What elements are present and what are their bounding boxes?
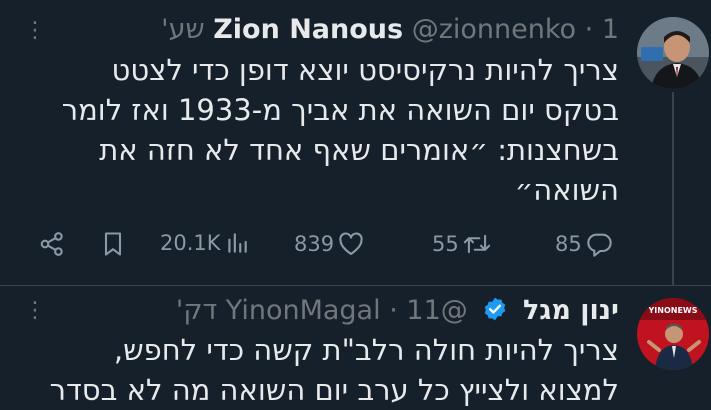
avatar[interactable] xyxy=(637,17,709,89)
avatar-caption: YINONEWS xyxy=(647,306,697,315)
author-name[interactable]: ינון מגל xyxy=(523,295,619,326)
tweet-text: צריך להיות נרקיסיסט יוצא דופן כדי לצטט ב… xyxy=(39,50,619,210)
tweet[interactable]: YINONEWS ⋮ ינון מגל @YinonMagal · 11 דק'… xyxy=(0,286,711,407)
tweet-text-line: בשחצנות: ״אומרים שאף אחד לא חזה את xyxy=(99,133,619,167)
author-handle[interactable]: @zionnenko xyxy=(412,14,576,45)
tweet-header: Zion Nanous @zionnenko · 1 שע' xyxy=(161,16,619,43)
like-count: 839 xyxy=(294,232,335,256)
views-button[interactable]: 20.1K xyxy=(160,230,248,256)
tweet-header: ינון מגל @YinonMagal · 11 דק' xyxy=(176,296,619,327)
share-icon[interactable] xyxy=(38,230,66,258)
retweet-button[interactable]: 55 xyxy=(432,230,492,258)
reply-icon xyxy=(585,230,613,258)
author-name[interactable]: Zion Nanous xyxy=(213,14,403,45)
tweet-text-line: צריך להיות נרקיסיסט יוצא דופן כדי לצטט xyxy=(111,53,619,87)
retweet-icon xyxy=(462,230,492,258)
action-bar: 85 55 839 20.1K xyxy=(0,230,711,266)
tweet-text-line: למצוא ולצייץ כל ערב יום השואה מה לא בסדר xyxy=(49,373,619,407)
verified-badge-icon xyxy=(482,296,508,327)
more-options-icon[interactable]: ⋮ xyxy=(24,20,46,42)
tweet-text-line: בטקס יום השואה את אביך מ-1933 ואז לומר xyxy=(61,93,619,127)
like-icon xyxy=(337,230,365,258)
like-button[interactable]: 839 xyxy=(294,230,365,258)
tweet-text-line: השואה״ xyxy=(514,173,619,207)
separator: · xyxy=(584,14,594,45)
tweet[interactable]: ⋮ Zion Nanous @zionnenko · 1 שע' צריך לה… xyxy=(0,0,711,285)
tweet-text-line: צריך להיות חולה רלב"ת קשה כדי לחפש, xyxy=(113,333,619,367)
avatar[interactable]: YINONEWS xyxy=(637,298,709,370)
separator: · xyxy=(389,295,398,326)
retweet-count: 55 xyxy=(432,232,459,256)
tweet-text: צריך להיות חולה רלב"ת קשה כדי לחפש, למצו… xyxy=(39,330,619,410)
thread-connector xyxy=(672,92,674,285)
views-icon xyxy=(226,230,248,256)
bookmark-icon[interactable] xyxy=(100,230,126,258)
reply-count: 85 xyxy=(555,232,582,256)
more-options-icon[interactable]: ⋮ xyxy=(24,300,46,322)
views-count: 20.1K xyxy=(160,231,221,255)
reply-button[interactable]: 85 xyxy=(555,230,613,258)
